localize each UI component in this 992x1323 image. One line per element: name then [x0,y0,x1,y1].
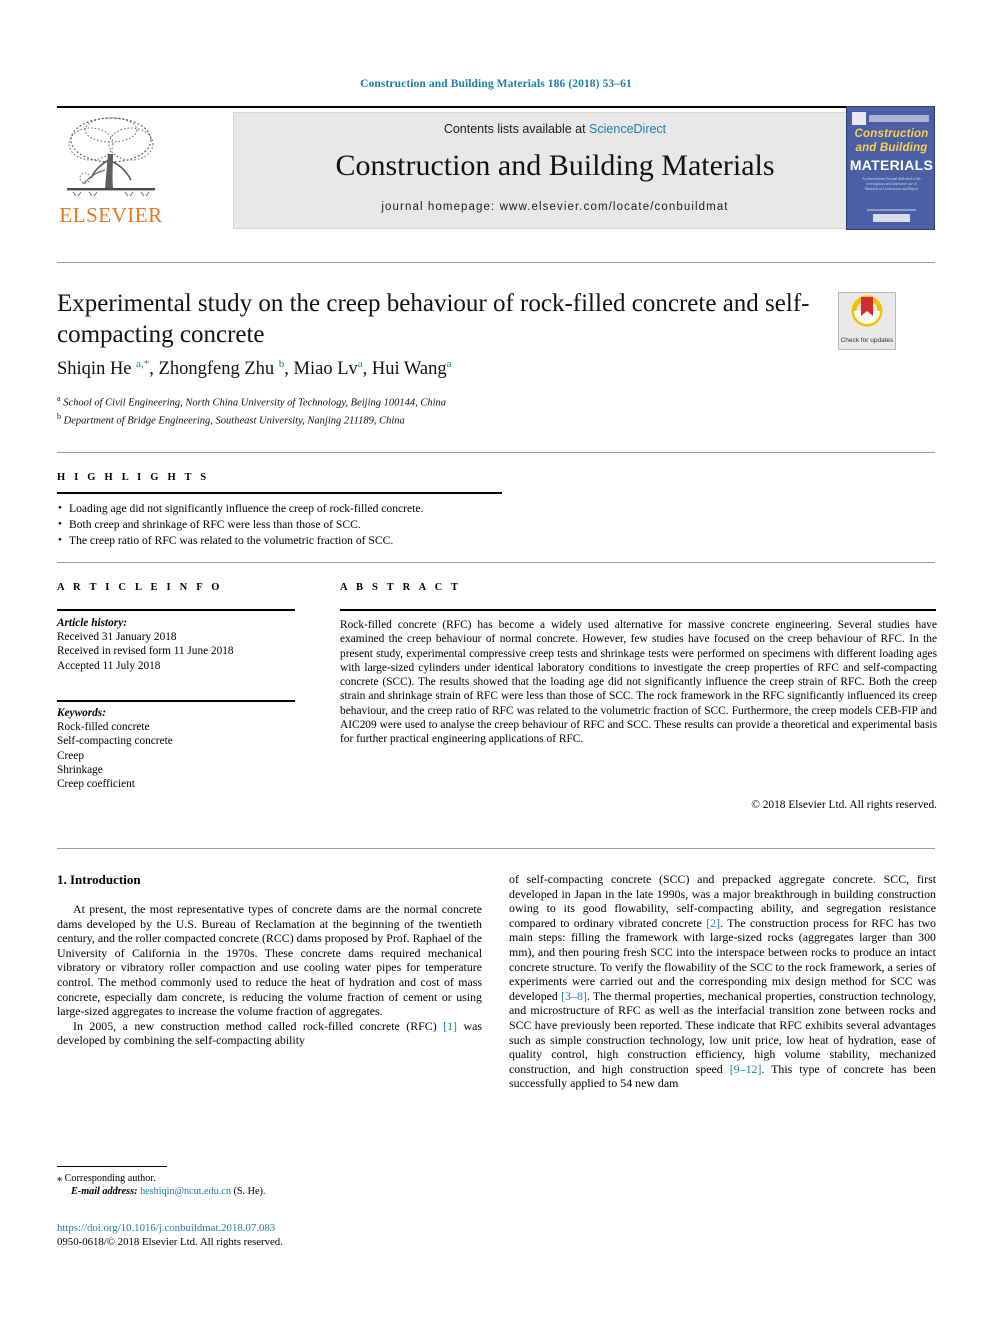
list-item: Loading age did not significantly influe… [57,500,527,517]
elsevier-logo: ELSEVIER [57,110,165,230]
doi-block: https://doi.org/10.1016/j.conbuildmat.20… [57,1222,477,1249]
list-item: The creep ratio of RFC was related to th… [57,532,527,549]
affiliation-b: b Department of Bridge Engineering, Sout… [57,412,405,427]
article-info-heading: A R T I C L E I N F O [57,582,223,593]
contents-available-line: Contents lists available at ScienceDirec… [234,122,876,136]
article-history-item: Accepted 11 July 2018 [57,659,161,672]
journal-cover-thumbnail: Construction and Building MATERIALS An I… [846,106,935,230]
keyword-item: Shrinkage [57,763,103,776]
citation-ref[interactable]: [9–12] [730,1062,762,1076]
masthead-top-rule [57,106,935,108]
cover-logo-chip [852,112,866,125]
paragraph: At present, the most representative type… [57,902,482,1019]
article-history: Article history: Received 31 January 201… [57,616,307,673]
page-title: Experimental study on the creep behaviou… [57,290,810,348]
cover-title-line3: MATERIALS [849,157,934,173]
affiliations: a School of Civil Engineering, North Chi… [57,392,817,428]
divider-after-masthead [57,262,935,263]
cover-foot-rule [867,209,916,211]
keyword-item: Creep coefficient [57,778,135,791]
citation-ref[interactable]: [2] [706,916,720,930]
article-info-rule [57,609,295,611]
author-list: Shiqin He a,*, Zhongfeng Zhu b, Miao Lva… [57,358,452,380]
cover-bar [869,115,929,122]
divider-before-highlights [57,452,935,453]
body-column-right: of self-compacting concrete (SCC) and pr… [509,872,936,1091]
elsevier-wordmark: ELSEVIER [59,203,163,227]
divider-before-body [57,848,935,849]
article-history-item: Received 31 January 2018 [57,631,177,644]
keywords-block: Keywords: Rock-filled concrete Self-comp… [57,706,307,791]
article-history-label: Article history: [57,617,127,629]
email-note: E-mail address: heshiqin@ncut.edu.cn (S.… [57,1185,477,1198]
body-column-left: 1. Introduction At present, the most rep… [57,872,482,1048]
journal-homepage-link[interactable]: journal homepage: www.elsevier.com/locat… [234,201,876,213]
paragraph: In 2005, a new construction method calle… [57,1019,482,1048]
cover-title-line1: Construction [854,128,929,140]
keywords-rule [57,700,295,702]
journal-title: Construction and Building Materials [335,149,775,182]
keywords-label: Keywords: [57,707,106,719]
abstract-text: Rock-filled concrete (RFC) has become a … [340,619,937,746]
copyright-line: © 2018 Elsevier Ltd. All rights reserved… [751,799,937,811]
email-suffix: (S. He). [233,1186,266,1197]
section-heading-introduction: 1. Introduction [57,872,141,887]
citation-ref[interactable]: [1] [443,1019,457,1033]
affiliation-b-text: Department of Bridge Engineering, Southe… [63,415,405,427]
elsevier-tree-icon [63,114,159,202]
paragraph: of self-compacting concrete (SCC) and pr… [509,872,936,1091]
running-head: Construction and Building Materials 186 … [360,78,632,90]
citation-ref[interactable]: [3–8] [561,989,587,1003]
sciencedirect-link[interactable]: ScienceDirect [589,122,666,136]
email-link[interactable]: heshiqin@ncut.edu.cn [140,1186,231,1197]
crossmark-badge[interactable]: Check for updates [838,292,896,350]
cover-publisher-badge [873,214,910,222]
contents-prefix: Contents lists available at [443,122,590,136]
divider-before-abstract [57,562,935,563]
affiliation-a: a School of Civil Engineering, North Chi… [57,394,447,409]
footnote-block: ⁎ Corresponding author. E-mail address: … [57,1172,477,1198]
cover-title-line2: and Building [855,142,928,154]
corresponding-text: Corresponding author. [64,1173,156,1184]
crossmark-icon [851,295,883,327]
paragraph-text: In 2005, a new construction method calle… [73,1018,444,1033]
journal-masthead: ELSEVIER Contents lists available at Sci… [57,106,935,230]
paper-page: Construction and Building Materials 186 … [0,0,992,1323]
keyword-item: Creep [57,749,84,762]
issn-copyright-line: 0950-0618/© 2018 Elsevier Ltd. All right… [57,1235,283,1248]
article-history-item: Received in revised form 11 June 2018 [57,645,234,658]
keyword-item: Self-compacting concrete [57,735,173,748]
highlights-list: Loading age did not significantly influe… [57,500,527,549]
crossmark-label: Check for updates [840,336,894,344]
cover-blurb: An International Journal dedicated to th… [862,177,921,191]
corresponding-marker: ⁎ [57,1173,63,1184]
email-label: E-mail address: [71,1186,138,1197]
list-item: Both creep and shrinkage of RFC were les… [57,516,527,533]
corresponding-author-note: ⁎ Corresponding author. [57,1172,477,1185]
abstract-heading: A B S T R A C T [340,582,462,593]
highlights-rule [57,492,502,494]
doi-link[interactable]: https://doi.org/10.1016/j.conbuildmat.20… [57,1222,477,1236]
journal-band: Contents lists available at ScienceDirec… [233,112,875,229]
abstract-rule [340,609,936,611]
affiliation-a-text: School of Civil Engineering, North China… [63,397,447,409]
keyword-item: Rock-filled concrete [57,721,150,734]
footnote-rule [57,1166,167,1167]
highlights-heading: H I G H L I G H T S [57,472,210,483]
